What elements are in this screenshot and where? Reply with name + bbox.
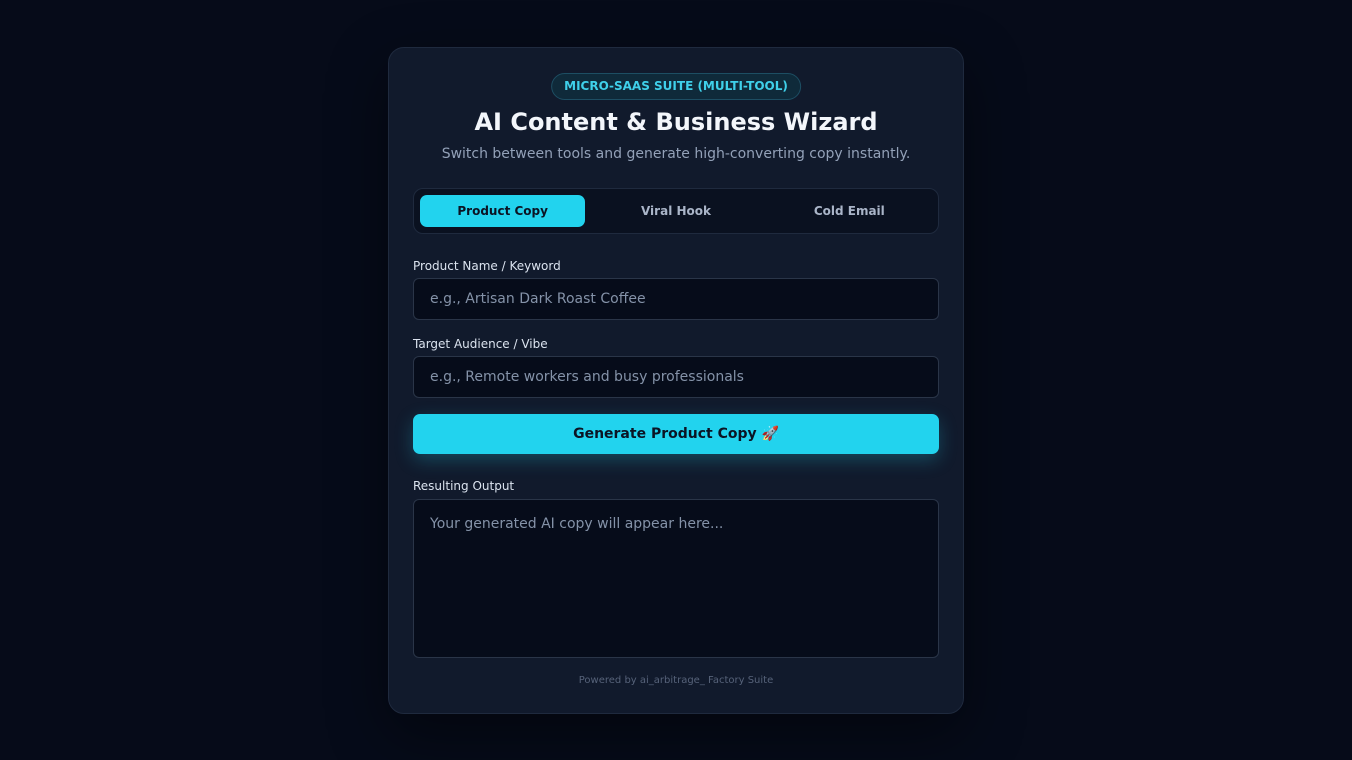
output-label: Resulting Output [413, 479, 515, 493]
generate-button[interactable]: Generate Product Copy 🚀 [413, 414, 939, 454]
suite-badge: MICRO-SAAS SUITE (MULTI-TOOL) [551, 73, 801, 100]
product-name-input[interactable] [413, 278, 939, 320]
tool-tabs: Product Copy Viral Hook Cold Email [413, 188, 939, 234]
wizard-card: MICRO-SAAS SUITE (MULTI-TOOL) AI Content… [388, 47, 964, 714]
target-audience-label: Target Audience / Vibe [413, 337, 548, 351]
tab-cold-email[interactable]: Cold Email [767, 195, 932, 227]
tab-viral-hook[interactable]: Viral Hook [593, 195, 758, 227]
page-title: AI Content & Business Wizard [474, 108, 878, 136]
footer-credit: Powered by ai_arbitrage_ Factory Suite [578, 675, 774, 686]
tab-product-copy[interactable]: Product Copy [420, 195, 586, 227]
output-textarea[interactable] [413, 499, 939, 658]
page-subtitle: Switch between tools and generate high-c… [441, 146, 911, 162]
target-audience-input[interactable] [413, 356, 939, 398]
product-name-label: Product Name / Keyword [413, 259, 561, 273]
